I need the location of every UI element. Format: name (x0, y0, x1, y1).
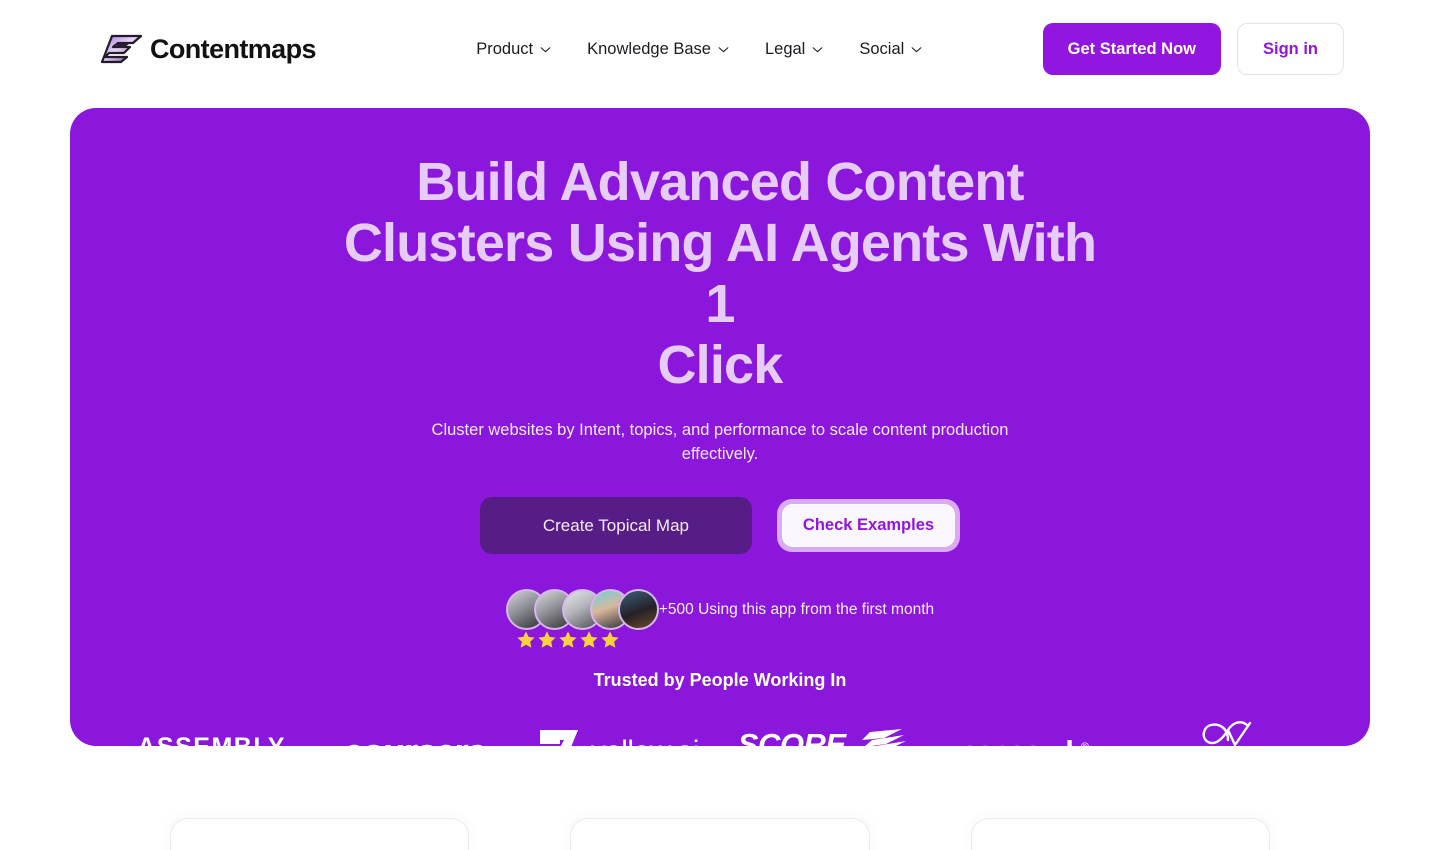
sign-in-button[interactable]: Sign in (1237, 23, 1344, 75)
nav-label: Product (476, 39, 534, 58)
hero-cta-group: Create Topical Map Check Examples (70, 497, 1370, 554)
contentmaps-logo-icon (100, 34, 143, 64)
header-actions: Get Started Now Sign in (1042, 23, 1344, 75)
chevron-down-icon (718, 46, 729, 52)
yellow-ai-mark-icon (539, 730, 578, 746)
main-navigation: Product Knowledge Base Legal Social (356, 40, 1043, 59)
trusted-by-label: Trusted by People Working In (593, 670, 847, 690)
enhancv-mark-icon (1202, 721, 1252, 746)
score-logo: SCORE (737, 726, 846, 747)
star-icon (517, 631, 535, 648)
chevron-down-icon (911, 46, 922, 52)
nav-label: Legal (764, 39, 806, 58)
logo-yellow-ai: yellow.ai (517, 717, 720, 746)
feature-card[interactable] (970, 818, 1270, 850)
feature-cards-strip (0, 818, 1440, 850)
logo-enhancv: Enhancv (1127, 717, 1330, 746)
nav-item-legal[interactable]: Legal (765, 40, 823, 59)
check-examples-button[interactable]: Check Examples (781, 504, 956, 547)
registered-mark: ® (1081, 742, 1089, 746)
brand-logo[interactable]: Contentmaps (100, 33, 317, 65)
get-started-button[interactable]: Get Started Now (1042, 23, 1221, 75)
feature-card[interactable] (170, 818, 470, 850)
hero-title-line-1: Build Advanced Content (416, 152, 1024, 212)
star-icon (580, 631, 598, 648)
hero-subtitle: Cluster websites by Intent, topics, and … (431, 421, 1009, 463)
star-rating (516, 630, 620, 650)
trusted-logo-row: ASSEMBLY coursera yellow.ai SCORE (70, 717, 1370, 746)
coursera-logo: coursera (344, 731, 488, 746)
hero-title-line-3: Click (657, 335, 783, 395)
chevron-down-icon (812, 46, 823, 52)
score-swoosh-icon (861, 729, 906, 746)
nav-label: Social (859, 39, 905, 58)
logo-score: SCORE FOR THE LIFE OF YOUR BUSINESS (720, 717, 923, 746)
carcouk-logo: car.co.uk (961, 734, 1083, 746)
nav-item-product[interactable]: Product (476, 40, 551, 59)
social-proof: +500 Using this app from the first month (70, 589, 1370, 648)
hero-section: Build Advanced Content Clusters Using AI… (70, 108, 1370, 746)
feature-card[interactable] (570, 818, 870, 850)
logo-assembly: ASSEMBLY (110, 717, 313, 746)
star-icon (538, 631, 556, 648)
nav-item-knowledge-base[interactable]: Knowledge Base (587, 40, 729, 59)
chevron-down-icon (540, 46, 551, 52)
nav-item-social[interactable]: Social (859, 40, 922, 59)
star-icon (559, 631, 577, 648)
brand-name: Contentmaps (150, 33, 317, 64)
social-proof-text: +500 Using this app from the first month (658, 600, 935, 618)
logo-coursera: coursera (313, 717, 516, 746)
nav-label: Knowledge Base (587, 39, 711, 58)
avatar-group (505, 589, 659, 630)
create-topical-map-button[interactable]: Create Topical Map (479, 497, 752, 554)
star-icon (601, 631, 619, 648)
yellow-ai-logo: yellow.ai (591, 735, 700, 746)
site-header: Contentmaps Product Knowledge Base Legal… (0, 0, 1440, 98)
hero-title-line-2: Clusters Using AI Agents With 1 (343, 213, 1097, 334)
assembly-logo: ASSEMBLY (137, 734, 286, 746)
page-title: Build Advanced Content Clusters Using AI… (325, 152, 1115, 396)
avatar (617, 589, 659, 630)
check-examples-focus-ring: Check Examples (776, 499, 961, 552)
logo-carcouk: car.co.uk® (923, 717, 1126, 746)
